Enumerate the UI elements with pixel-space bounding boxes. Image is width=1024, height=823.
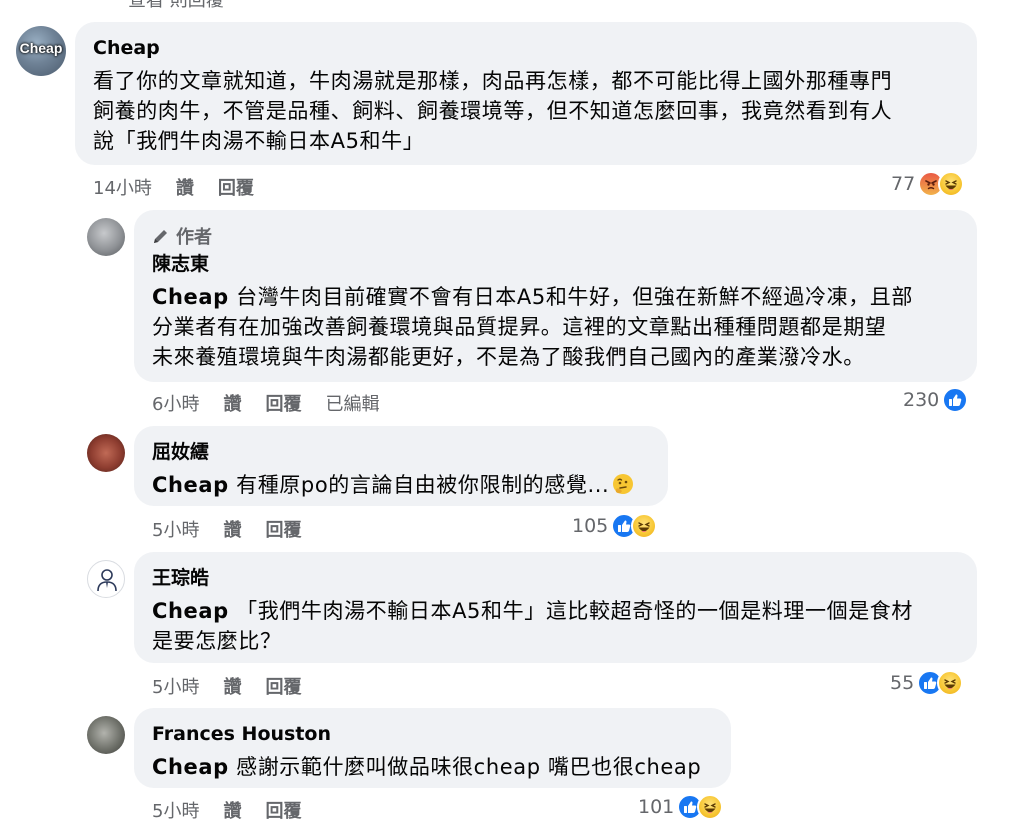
comment-text: 看了你的文章就知道，牛肉湯就是那樣，肉品再怎樣，都不可能比得上國外那種專門 飼養… [93,66,959,156]
haha-icon [697,794,724,820]
comment-text: Cheap 有種原po的言論自由被你限制的感覺... [152,470,650,500]
reaction-count: 105 [572,515,609,537]
mention-link[interactable]: Cheap [152,285,229,309]
commenter-name[interactable]: Frances Houston [152,722,713,746]
like-button[interactable]: 讚 [223,516,241,542]
mention-link[interactable]: Cheap [152,473,229,497]
author-badge: 作者 [152,224,959,248]
comment-line: 未來養殖環境與牛肉湯都能更好，不是為了酸我們自己國內的產業潑冷水。 [152,345,865,369]
author-badge-label: 作者 [176,227,212,248]
comment-text: Cheap 台灣牛肉目前確實不會有日本A5和牛好，但強在新鮮不經過冷凍，且部 分… [152,282,959,372]
comment-line-text: 台灣牛肉目前確實不會有日本A5和牛好，但強在新鮮不經過冷凍，且部 [228,285,914,309]
like-icon [942,387,969,413]
reaction-count: 77 [891,173,916,195]
comment-line: 看了你的文章就知道，牛肉湯就是那樣，肉品再怎樣，都不可能比得上國外那種專門 [93,69,893,93]
reaction-count: 230 [903,389,940,411]
comment-bubble: 作者 陳志東 Cheap 台灣牛肉目前確實不會有日本A5和牛好，但強在新鮮不經過… [134,210,977,382]
comment-line: 飼養的肉牛，不管是品種、飼料、飼養環境等，但不知道怎麼回事，我竟然看到有人 [93,99,893,123]
reaction-summary[interactable]: 230 [903,387,969,413]
reaction-summary[interactable]: 101 [638,794,724,820]
haha-icon [937,670,964,696]
thinking-emoji-icon [611,472,635,496]
commenter-name[interactable]: 屈奻繧 [152,440,650,464]
comment-line: Cheap 「我們牛肉湯不輸日本A5和牛」這比較超奇怪的一個是料理一個是食材 [152,596,959,626]
edited-label[interactable]: 已編輯 [325,390,379,416]
reply-button[interactable]: 回覆 [265,516,301,542]
timestamp[interactable]: 5小時 [152,673,199,699]
comment-line: Cheap 台灣牛肉目前確實不會有日本A5和牛好，但強在新鮮不經過冷凍，且部 [152,282,959,312]
like-button[interactable]: 讚 [223,390,241,416]
comment-text: Cheap 「我們牛肉湯不輸日本A5和牛」這比較超奇怪的一個是料理一個是食材 是… [152,596,959,656]
avatar[interactable]: Cheap [16,26,66,76]
comment-line: Cheap 感謝示範什麼叫做品味很cheap 嘴巴也很cheap [152,752,713,782]
avatar[interactable] [87,434,125,472]
reaction-summary[interactable]: 105 [572,513,658,539]
comment-line: 是要怎麼比？ [152,629,282,653]
like-button[interactable]: 讚 [223,673,241,699]
avatar-label: Cheap [19,40,63,56]
timestamp[interactable]: 14小時 [93,174,152,200]
reaction-summary[interactable]: 77 [891,171,965,197]
haha-icon [631,513,658,539]
timestamp[interactable]: 5小時 [152,516,199,542]
haha-icon [938,171,965,197]
like-button[interactable]: 讚 [223,797,241,823]
commenter-name[interactable]: Cheap [93,36,959,60]
reply-button[interactable]: 回覆 [265,797,301,823]
comment-line: 分業者有在加強改善飼養環境與品質提昇。這裡的文章點出種種問題都是期望 [152,315,887,339]
comment-actions: 5小時 讚 回覆 [152,673,301,699]
reply-button[interactable]: 回覆 [265,390,301,416]
comment-bubble: 王琮皓 Cheap 「我們牛肉湯不輸日本A5和牛」這比較超奇怪的一個是料理一個是… [134,552,977,663]
mention-link[interactable]: Cheap [152,755,229,779]
comment-actions: 14小時 讚 回覆 [93,174,254,200]
comment-actions: 6小時 讚 回覆 已編輯 [152,390,379,416]
reply-button[interactable]: 回覆 [265,673,301,699]
commenter-name[interactable]: 王琮皓 [152,566,959,590]
comment-line-text: 感謝示範什麼叫做品味很cheap 嘴巴也很cheap [228,755,702,779]
reaction-summary[interactable]: 55 [890,670,964,696]
reply-button[interactable]: 回覆 [218,174,254,200]
view-replies-link[interactable]: 查看 則回覆 [128,0,224,12]
like-button[interactable]: 讚 [176,174,194,200]
avatar[interactable] [87,560,125,598]
avatar[interactable] [87,218,125,256]
comment-actions: 5小時 讚 回覆 [152,797,301,823]
timestamp[interactable]: 5小時 [152,797,199,823]
avatar[interactable] [87,716,125,754]
commenter-name[interactable]: 陳志東 [152,252,959,276]
comment-bubble: Cheap 看了你的文章就知道，牛肉湯就是那樣，肉品再怎樣，都不可能比得上國外那… [75,22,977,165]
mention-link[interactable]: Cheap [152,599,229,623]
reaction-count: 55 [890,672,915,694]
timestamp[interactable]: 6小時 [152,390,199,416]
comment-line: Cheap 有種原po的言論自由被你限制的感覺... [152,470,650,500]
pencil-icon [154,230,167,243]
comment-bubble: Frances Houston Cheap 感謝示範什麼叫做品味很cheap 嘴… [134,708,731,788]
comment-bubble: 屈奻繧 Cheap 有種原po的言論自由被你限制的感覺... [134,426,668,506]
comment-text: Cheap 感謝示範什麼叫做品味很cheap 嘴巴也很cheap [152,752,713,782]
person-icon [97,569,117,592]
comment-line: 說「我們牛肉湯不輸日本A5和牛」 [93,129,425,153]
comment-line-text: 有種原po的言論自由被你限制的感覺... [228,473,610,497]
comment-actions: 5小時 讚 回覆 [152,516,301,542]
comment-line-text: 「我們牛肉湯不輸日本A5和牛」這比較超奇怪的一個是料理一個是食材 [228,599,914,623]
